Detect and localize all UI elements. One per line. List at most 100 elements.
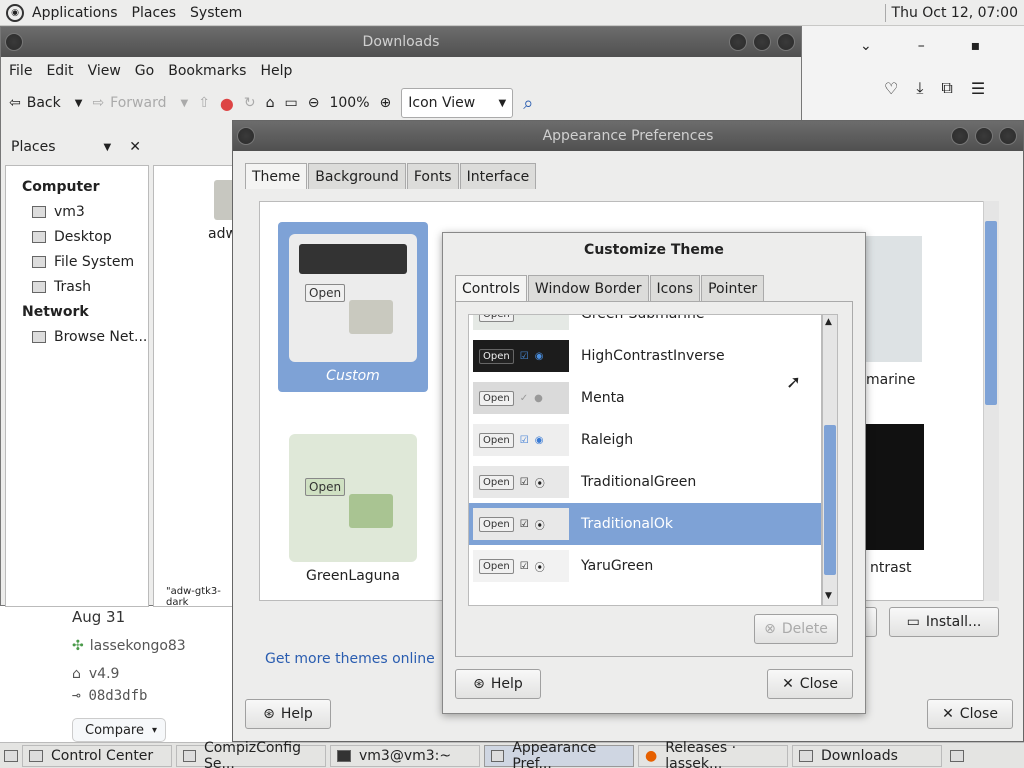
menu-system[interactable]: System [190,5,242,21]
list-item[interactable]: Open ☑ ⦿ YaruGreen [469,545,821,587]
release-tag[interactable]: ⌂ v4.9 [72,666,119,682]
tab-controls[interactable]: Controls [455,275,527,301]
scrollbar-thumb[interactable] [824,425,836,575]
controls-theme-list[interactable]: Open Green-Submarine Open ☑ ◉ HighContras… [468,314,822,606]
list-item[interactable]: Open ☑ ◉ Raleigh [469,419,821,461]
theme-card-custom[interactable]: Open Custom [278,222,428,392]
menu-help[interactable]: Help [260,63,292,79]
list-item-selected[interactable]: Open ☑ ⦿ TraditionalOk [469,503,821,545]
list-item[interactable]: Open Green-Submarine [469,315,821,335]
stop-icon[interactable]: ● [220,94,234,113]
show-desktop-icon[interactable] [4,749,18,762]
close-sidebar-icon[interactable]: ✕ [129,139,141,155]
get-more-themes-link[interactable]: Get more themes online [265,651,435,667]
places-select[interactable]: Places [11,139,56,155]
zoom-out-icon[interactable]: ⊖ [308,95,320,111]
theme-gallery-scrollbar[interactable] [983,201,999,601]
hamburger-menu-icon[interactable]: ☰ [971,79,985,98]
appearance-titlebar[interactable]: Appearance Preferences [233,121,1023,151]
minimize-button[interactable] [951,127,969,145]
download-icon[interactable]: ⤓ [916,78,923,98]
compare-button[interactable]: Compare ▾ [72,718,166,742]
tab-icons[interactable]: Icons [649,275,701,301]
scroll-down-icon[interactable]: ▼ [825,591,832,601]
delete-button[interactable]: ⊗ Delete [754,614,838,644]
close-button[interactable] [999,127,1017,145]
forward-button[interactable]: ⇨ Forward ▼ [92,95,188,111]
list-item[interactable]: Open ✓ ● Menta [469,377,821,419]
taskbar-item-appearance[interactable]: Appearance Pref... [484,740,634,768]
menu-places[interactable]: Places [132,5,177,21]
search-icon[interactable]: ⌕ [523,93,533,114]
taskbar-item-downloads[interactable]: Downloads [792,744,942,767]
zoom-in-icon[interactable]: ⊕ [380,95,392,111]
menu-edit[interactable]: Edit [46,63,73,79]
list-scrollbar[interactable]: ▲ ▼ [822,314,838,606]
appearance-help-button[interactable]: ⊛ Help [245,699,331,729]
dialog-close-button[interactable]: ✕ Close [767,669,853,699]
clock[interactable]: Thu Oct 12, 07:00 [884,4,1018,22]
commit-label[interactable]: 08d3dfb [88,688,147,704]
window-menu-icon[interactable] [237,127,255,145]
back-history-icon[interactable]: ▼ [75,98,83,109]
window-menu-icon[interactable] [5,33,23,51]
theme-label-submarine[interactable]: marine [866,372,915,388]
release-commit[interactable]: ⊸ 08d3dfb [72,688,147,704]
author-name[interactable]: lassekongo83 [90,638,186,654]
downloads-titlebar[interactable]: Downloads [1,27,801,57]
menu-view[interactable]: View [88,63,121,79]
maximize-button[interactable] [753,33,771,51]
forward-history-icon[interactable]: ▼ [180,98,188,109]
menu-go[interactable]: Go [135,63,154,79]
tab-interface[interactable]: Interface [459,163,537,189]
up-icon[interactable]: ⇧ [198,95,210,111]
release-author[interactable]: ✣ lassekongo83 [72,638,186,654]
minimize-button[interactable] [729,33,747,51]
mate-logo-icon[interactable]: ◉ [6,3,24,22]
chevron-down-icon[interactable]: ⌄ [860,38,872,54]
install-button[interactable]: ▭ Install... [889,607,999,637]
sidebar-item-trash[interactable]: Trash [6,274,148,299]
workspace-switcher-icon[interactable] [950,749,964,762]
tab-background[interactable]: Background [308,163,406,189]
back-button[interactable]: ⇦ Back ▼ [9,95,82,111]
home-icon[interactable]: ⌂ [266,95,275,111]
close-button[interactable] [777,33,795,51]
tab-pointer[interactable]: Pointer [701,275,765,301]
minimize-icon[interactable]: – [918,38,925,54]
dialog-help-button[interactable]: ⊛ Help [455,669,541,699]
tab-theme[interactable]: Theme [245,163,308,189]
appearance-close-button[interactable]: ✕ Close [927,699,1013,729]
computer-icon[interactable]: ▭ [285,95,298,111]
clock-label[interactable]: Thu Oct 12, 07:00 [892,5,1018,21]
taskbar-item-control-center[interactable]: Control Center [22,744,172,767]
maximize-icon[interactable]: ▪ [971,38,981,54]
theme-card-greenlaguna[interactable]: Open GreenLaguna [278,422,428,592]
tab-window-border[interactable]: Window Border [527,275,649,301]
theme-preview-highcontrast[interactable] [866,424,924,550]
sidebar-item-browse-network[interactable]: Browse Net... [6,324,148,349]
sidebar-item-desktop[interactable]: Desktop [6,224,148,249]
sidebar-item-vm3[interactable]: vm3 [6,199,148,224]
list-item[interactable]: Open ☑ ⦿ TraditionalGreen [469,461,821,503]
taskbar-item-compizconfig[interactable]: CompizConfig Se... [176,740,326,768]
tab-fonts[interactable]: Fonts [406,163,459,189]
theme-preview-submarine[interactable] [866,236,922,362]
list-item[interactable]: Open ☑ ◉ HighContrastInverse [469,335,821,377]
extensions-icon[interactable]: ⧉ [941,78,952,98]
theme-label-highcontrast[interactable]: ntrast [870,560,911,576]
menu-applications[interactable]: Applications [32,5,118,21]
view-mode-select[interactable]: Icon View ▼ [401,88,514,118]
menu-bookmarks[interactable]: Bookmarks [168,63,246,79]
tag-label[interactable]: v4.9 [89,666,120,682]
scrollbar-thumb[interactable] [985,221,997,405]
reload-icon[interactable]: ↻ [244,95,256,111]
places-dropdown-icon[interactable]: ▼ [104,142,112,153]
taskbar-item-firefox[interactable]: ● Releases · lassek... [638,740,788,768]
pocket-icon[interactable]: ♡ [884,79,898,98]
scroll-up-icon[interactable]: ▲ [825,317,832,327]
maximize-button[interactable] [975,127,993,145]
sidebar-item-file-system[interactable]: File System [6,249,148,274]
menu-file[interactable]: File [9,63,32,79]
taskbar-item-terminal[interactable]: vm3@vm3:~ [330,744,480,767]
